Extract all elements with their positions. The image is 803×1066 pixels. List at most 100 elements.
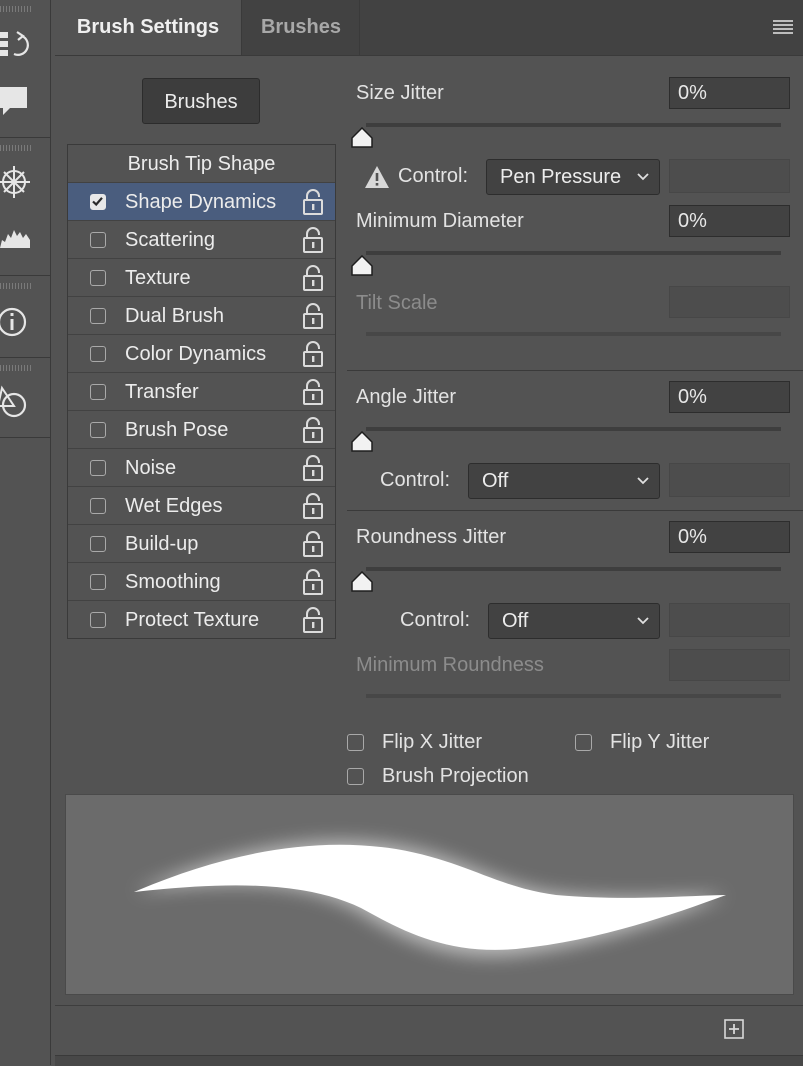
option-checkbox[interactable]: [90, 536, 106, 552]
strip-divider: [0, 137, 50, 138]
angle-control-extra-input: [669, 463, 790, 497]
lock-icon[interactable]: [302, 227, 324, 253]
option-checkbox[interactable]: [90, 384, 106, 400]
roundness-control-extra-input: [669, 603, 790, 637]
size-control-value: Pen Pressure: [500, 166, 622, 188]
new-preset-icon[interactable]: [724, 1019, 744, 1039]
tab-brushes[interactable]: Brushes: [243, 0, 360, 55]
minimum-diameter-input[interactable]: 0%: [669, 205, 790, 237]
strip-grip[interactable]: [0, 6, 32, 12]
option-row[interactable]: Noise: [68, 448, 335, 486]
option-row[interactable]: Smoothing: [68, 562, 335, 600]
strip-grip[interactable]: [0, 145, 32, 151]
minimum-roundness-label: Minimum Roundness: [356, 654, 544, 676]
option-row[interactable]: Texture: [68, 258, 335, 296]
lock-icon[interactable]: [302, 379, 324, 405]
angle-jitter-slider-track[interactable]: [366, 427, 781, 431]
lock-icon[interactable]: [302, 531, 324, 557]
minimum-roundness-slider-track: [366, 694, 781, 698]
roundness-jitter-slider-thumb[interactable]: [350, 571, 374, 593]
option-checkbox[interactable]: [90, 308, 106, 324]
lock-icon[interactable]: [302, 455, 324, 481]
angle-jitter-slider-thumb[interactable]: [350, 431, 374, 453]
option-label: Noise: [125, 457, 177, 479]
tilt-scale-slider-track: [366, 332, 781, 336]
option-checkbox[interactable]: [90, 422, 106, 438]
size-control-label: Control:: [398, 165, 469, 187]
brush-stroke-preview: [65, 794, 794, 995]
angle-control-dropdown[interactable]: Off: [468, 463, 660, 499]
lock-icon[interactable]: [302, 493, 324, 519]
roundness-jitter-slider-track[interactable]: [366, 567, 781, 571]
option-checkbox[interactable]: [90, 270, 106, 286]
minimum-diameter-slider-thumb[interactable]: [350, 255, 374, 277]
option-checkbox[interactable]: [90, 612, 106, 628]
angle-jitter-input[interactable]: 0%: [669, 381, 790, 413]
option-row[interactable]: Transfer: [68, 372, 335, 410]
option-label: Brush Pose: [125, 419, 229, 441]
strip-grip[interactable]: [0, 283, 32, 289]
stroke-preview-image: [134, 840, 726, 957]
panel-menu-icon[interactable]: [773, 20, 793, 34]
roundness-control-value: Off: [502, 610, 529, 632]
lock-icon[interactable]: [302, 569, 324, 595]
option-checkbox[interactable]: [90, 346, 106, 362]
section-divider: [347, 510, 803, 511]
roundness-jitter-input[interactable]: 0%: [669, 521, 790, 553]
option-label: Smoothing: [125, 571, 221, 593]
option-row[interactable]: Dual Brush: [68, 296, 335, 334]
info-icon[interactable]: [0, 304, 32, 340]
brush-tip-shape-item[interactable]: Brush Tip Shape: [68, 145, 335, 181]
option-row[interactable]: Build-up: [68, 524, 335, 562]
strip-grip[interactable]: [0, 365, 32, 371]
tab-brush-settings[interactable]: Brush Settings: [55, 0, 242, 55]
lock-icon[interactable]: [302, 189, 324, 215]
option-checkbox[interactable]: [90, 194, 106, 210]
option-label: Scattering: [125, 229, 216, 251]
option-label: Color Dynamics: [125, 343, 267, 365]
minimum-roundness-input: [669, 649, 790, 681]
lock-icon[interactable]: [302, 607, 324, 633]
flip-y-jitter-label[interactable]: Flip Y Jitter: [610, 731, 709, 754]
size-control-dropdown[interactable]: Pen Pressure: [486, 159, 660, 195]
section-divider: [347, 370, 803, 371]
navigator-icon[interactable]: [0, 162, 32, 202]
option-checkbox[interactable]: [90, 232, 106, 248]
histogram-icon[interactable]: [0, 222, 32, 252]
bottom-panel-strip: [55, 1055, 803, 1066]
option-row[interactable]: Protect Texture: [68, 600, 335, 638]
option-row[interactable]: Brush Pose: [68, 410, 335, 448]
minimum-diameter-slider-track[interactable]: [366, 251, 781, 255]
option-row[interactable]: Wet Edges: [68, 486, 335, 524]
shape-icon[interactable]: [0, 384, 32, 420]
size-jitter-slider-track[interactable]: [366, 123, 781, 127]
flip-x-jitter-checkbox[interactable]: [347, 734, 364, 751]
option-row[interactable]: Shape Dynamics: [68, 182, 335, 220]
angle-control-label: Control:: [380, 469, 451, 491]
size-jitter-input[interactable]: 0%: [669, 77, 790, 109]
brushes-button[interactable]: Brushes: [142, 78, 260, 124]
strip-divider: [0, 437, 50, 438]
lock-icon[interactable]: [302, 417, 324, 443]
flip-x-jitter-label[interactable]: Flip X Jitter: [382, 731, 482, 754]
option-row[interactable]: Scattering: [68, 220, 335, 258]
option-label: Shape Dynamics: [125, 191, 277, 213]
option-checkbox[interactable]: [90, 460, 106, 476]
lock-icon[interactable]: [302, 265, 324, 291]
brush-projection-label[interactable]: Brush Projection: [382, 765, 529, 788]
option-row[interactable]: Color Dynamics: [68, 334, 335, 372]
comment-icon[interactable]: [0, 84, 30, 118]
option-label: Dual Brush: [125, 305, 224, 327]
lock-icon[interactable]: [302, 341, 324, 367]
size-jitter-slider-thumb[interactable]: [350, 127, 374, 149]
brush-projection-checkbox[interactable]: [347, 768, 364, 785]
chevron-down-icon: [637, 477, 649, 485]
flip-y-jitter-checkbox[interactable]: [575, 734, 592, 751]
lock-icon[interactable]: [302, 303, 324, 329]
roundness-control-dropdown[interactable]: Off: [488, 603, 660, 639]
size-control-extra-input: [669, 159, 790, 193]
history-icon[interactable]: [0, 26, 30, 62]
option-label: Texture: [125, 267, 191, 289]
option-checkbox[interactable]: [90, 574, 106, 590]
option-checkbox[interactable]: [90, 498, 106, 514]
